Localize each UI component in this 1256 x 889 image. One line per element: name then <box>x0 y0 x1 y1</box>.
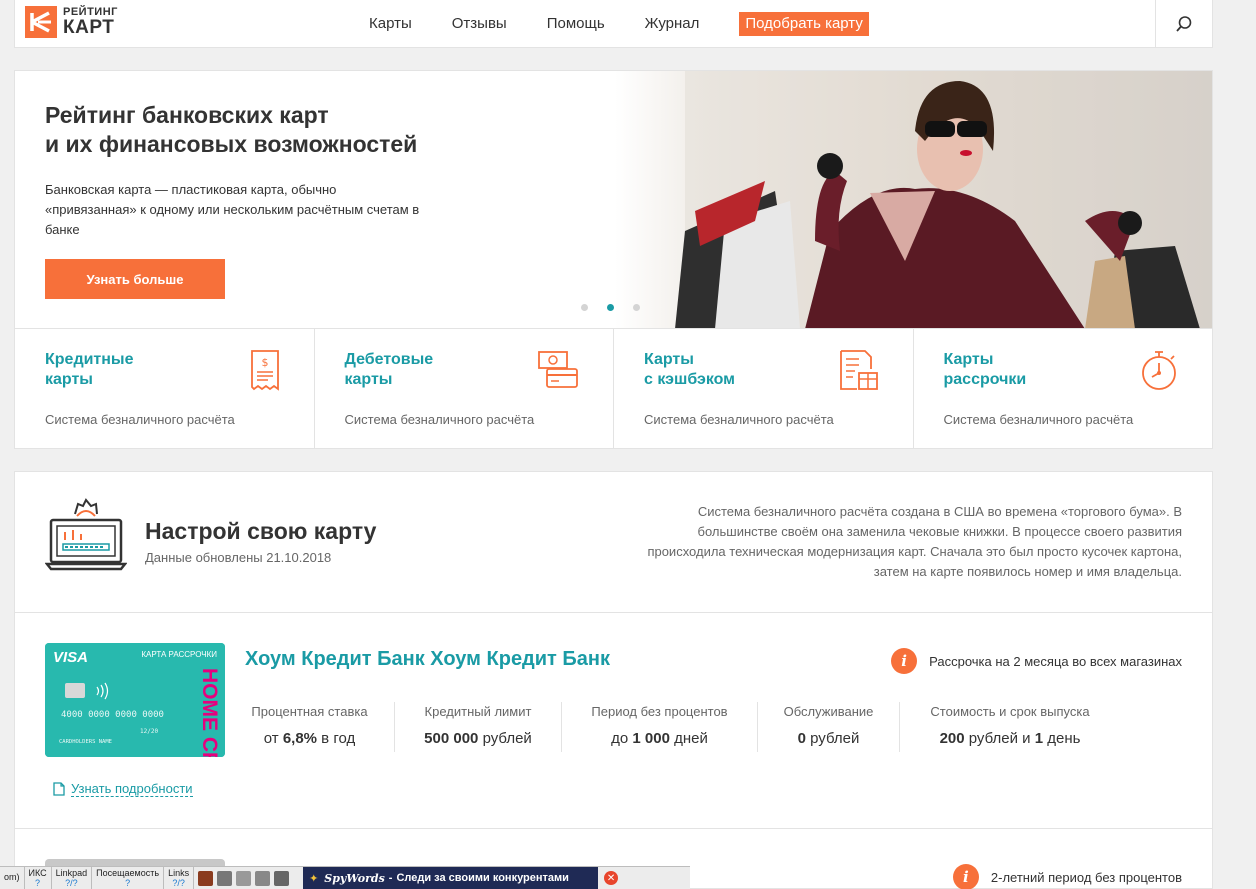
offer-badge-text: Рассрочка на 2 месяца во всех магазинах <box>929 653 1182 669</box>
nav-item-cards[interactable]: Карты <box>369 12 412 36</box>
param-label: Процентная ставка <box>251 704 368 719</box>
category-title: Кредитные карты <box>45 351 134 388</box>
toolbar-iks[interactable]: ИКС? <box>25 867 52 889</box>
slider-dot-2[interactable] <box>607 304 614 311</box>
param-label: Обслуживание <box>783 704 874 719</box>
param-service: Обслуживание 0 рублей <box>758 702 900 752</box>
spywords-banner[interactable]: ✦ SpyWords - Следи за своими конкурентам… <box>303 867 599 889</box>
category-debit-cards[interactable]: Дебетовые карты Система безналичного рас… <box>315 329 614 448</box>
chart-icon[interactable] <box>198 870 214 886</box>
card-type: КАРТА РАССРОЧКИ <box>141 650 217 659</box>
slider-dots <box>581 304 659 311</box>
category-credit-cards[interactable]: Кредитные карты Система безналичного рас… <box>15 329 315 448</box>
offer-parameters: Процентная ставка от 6,8% в год Кредитны… <box>245 702 1120 752</box>
laptop-settings-icon <box>45 498 127 571</box>
grid-icon[interactable] <box>217 870 233 886</box>
param-label: Период без процентов <box>591 704 728 719</box>
card-bank-text: HOME CREDIT BANK <box>198 668 221 757</box>
slider-dot-3[interactable] <box>633 304 640 311</box>
gift-list-icon <box>839 350 878 390</box>
param-value: 200 рублей и 1 день <box>939 730 1081 747</box>
configure-header: Настрой свою карту Данные обновлены 21.1… <box>15 472 1212 613</box>
param-value: 0 рублей <box>797 730 860 747</box>
logo-k-icon <box>25 6 57 38</box>
param-label: Кредитный лимит <box>424 704 532 719</box>
hero-title: Рейтинг банковских карт и их финансовых … <box>45 102 418 157</box>
param-value: до 1 000 дней <box>611 730 708 747</box>
category-subtitle: Система безналичного расчёта <box>45 412 235 427</box>
data-updated-date: Данные обновлены 21.10.2018 <box>145 550 332 565</box>
details-link-text: Узнать подробности <box>71 781 193 797</box>
card-categories: Кредитные карты Система безналичного рас… <box>14 328 1213 449</box>
offer-badge: i Рассрочка на 2 месяца во всех магазина… <box>891 648 1182 674</box>
toolbar-links[interactable]: Links ?/? <box>164 867 195 889</box>
document-icon <box>53 782 65 796</box>
category-title: Карты рассрочки <box>943 351 1027 388</box>
seo-toolbar: om) ИКС? Linkpad ?/? Посещаемость? Links?… <box>0 866 690 889</box>
card-holder: CARDHOLDERS NAME <box>59 739 112 745</box>
info-icon[interactable]: i <box>891 648 918 674</box>
category-subtitle: Система безналичного расчёта <box>943 412 1134 427</box>
param-value: от 6,8% в год <box>263 730 356 747</box>
card-number: 4000 0000 0000 0000 <box>61 710 164 720</box>
slider-dot-1[interactable] <box>581 304 588 311</box>
site-logo[interactable]: РЕЙТИНГ КАРТ <box>25 6 118 38</box>
spywords-logo-icon: ✦ <box>309 872 319 885</box>
search-button[interactable] <box>1155 0 1212 48</box>
configure-title: Настрой свою карту <box>145 518 377 544</box>
refresh-icon[interactable] <box>255 870 271 886</box>
learn-more-button[interactable]: Узнать больше <box>45 259 225 299</box>
toolbar-icons <box>194 867 297 889</box>
search-icon <box>1176 16 1192 32</box>
param-value: 500 000 рублей <box>424 730 532 747</box>
toolbar-cut-cell: om) <box>0 867 25 889</box>
param-issue-cost: Стоимость и срок выпуска 200 рублей и 1 … <box>900 702 1120 752</box>
category-cashback-cards[interactable]: Карты с кэшбэком Система безналичного ра… <box>614 329 914 448</box>
dollar-icon[interactable] <box>274 870 290 886</box>
bank-name[interactable]: Хоум Кредит Банк Хоум Кредит Банк <box>245 648 610 671</box>
hero-image <box>615 71 1212 328</box>
configure-description: Система безналичного расчёта создана в С… <box>647 504 1182 579</box>
page-icon[interactable] <box>236 870 252 886</box>
svg-text:$: $ <box>261 356 268 369</box>
param-interest-rate: Процентная ставка от 6,8% в год <box>245 702 395 752</box>
receipt-icon: $ <box>250 350 279 391</box>
pick-card-button[interactable]: Подобрать карту <box>739 12 869 36</box>
spywords-tagline: Следи за своими конкурентами <box>396 872 569 884</box>
hero-text: Банковская карта — пластиковая карта, об… <box>45 182 420 237</box>
category-subtitle: Система безналичного расчёта <box>344 412 535 427</box>
cash-card-icon <box>538 351 578 388</box>
category-title: Дебетовые карты <box>344 351 434 388</box>
param-interest-free-period: Период без процентов до 1 000 дней <box>562 702 758 752</box>
logo-big-text: КАРТ <box>63 17 115 38</box>
nav-item-journal[interactable]: Журнал <box>645 12 700 36</box>
nav-item-reviews[interactable]: Отзывы <box>452 12 507 36</box>
category-subtitle: Система безналичного расчёта <box>644 412 834 427</box>
main-nav: Карты Отзывы Помощь Журнал Подобрать кар… <box>369 12 869 36</box>
close-icon[interactable]: ✕ <box>604 871 619 885</box>
stopwatch-icon <box>1142 351 1176 390</box>
info-icon[interactable]: i <box>952 864 979 889</box>
param-label: Стоимость и срок выпуска <box>930 704 1090 719</box>
hero-banner: Рейтинг банковских карт и их финансовых … <box>14 70 1213 328</box>
configure-section: Настрой свою карту Данные обновлены 21.1… <box>14 471 1213 889</box>
card-brand: VISA <box>53 649 88 666</box>
category-title: Карты с кэшбэком <box>644 351 736 388</box>
details-link[interactable]: Узнать подробности <box>53 781 193 797</box>
offer-badge-text: 2-летний период без процентов <box>990 869 1182 885</box>
offer-badge: i 2-летний период без процентов <box>952 864 1182 889</box>
card-offer: VISA КАРТА РАССРОЧКИ 4000 0000 0000 0000… <box>15 613 1212 829</box>
toolbar-traffic[interactable]: Посещаемость? <box>92 867 165 889</box>
category-installment-cards[interactable]: Карты рассрочки Система безналичного рас… <box>914 329 1213 448</box>
card-image[interactable]: VISA КАРТА РАССРОЧКИ 4000 0000 0000 0000… <box>45 643 225 757</box>
param-credit-limit: Кредитный лимит 500 000 рублей <box>395 702 562 752</box>
site-header: РЕЙТИНГ КАРТ Карты Отзывы Помощь Журнал … <box>14 0 1213 48</box>
toolbar-linkpad[interactable]: Linkpad ?/? <box>52 867 93 889</box>
card-expiry: 12/20 <box>140 728 158 735</box>
nav-item-help[interactable]: Помощь <box>547 12 605 36</box>
spywords-logo-text: SpyWords <box>324 871 385 885</box>
